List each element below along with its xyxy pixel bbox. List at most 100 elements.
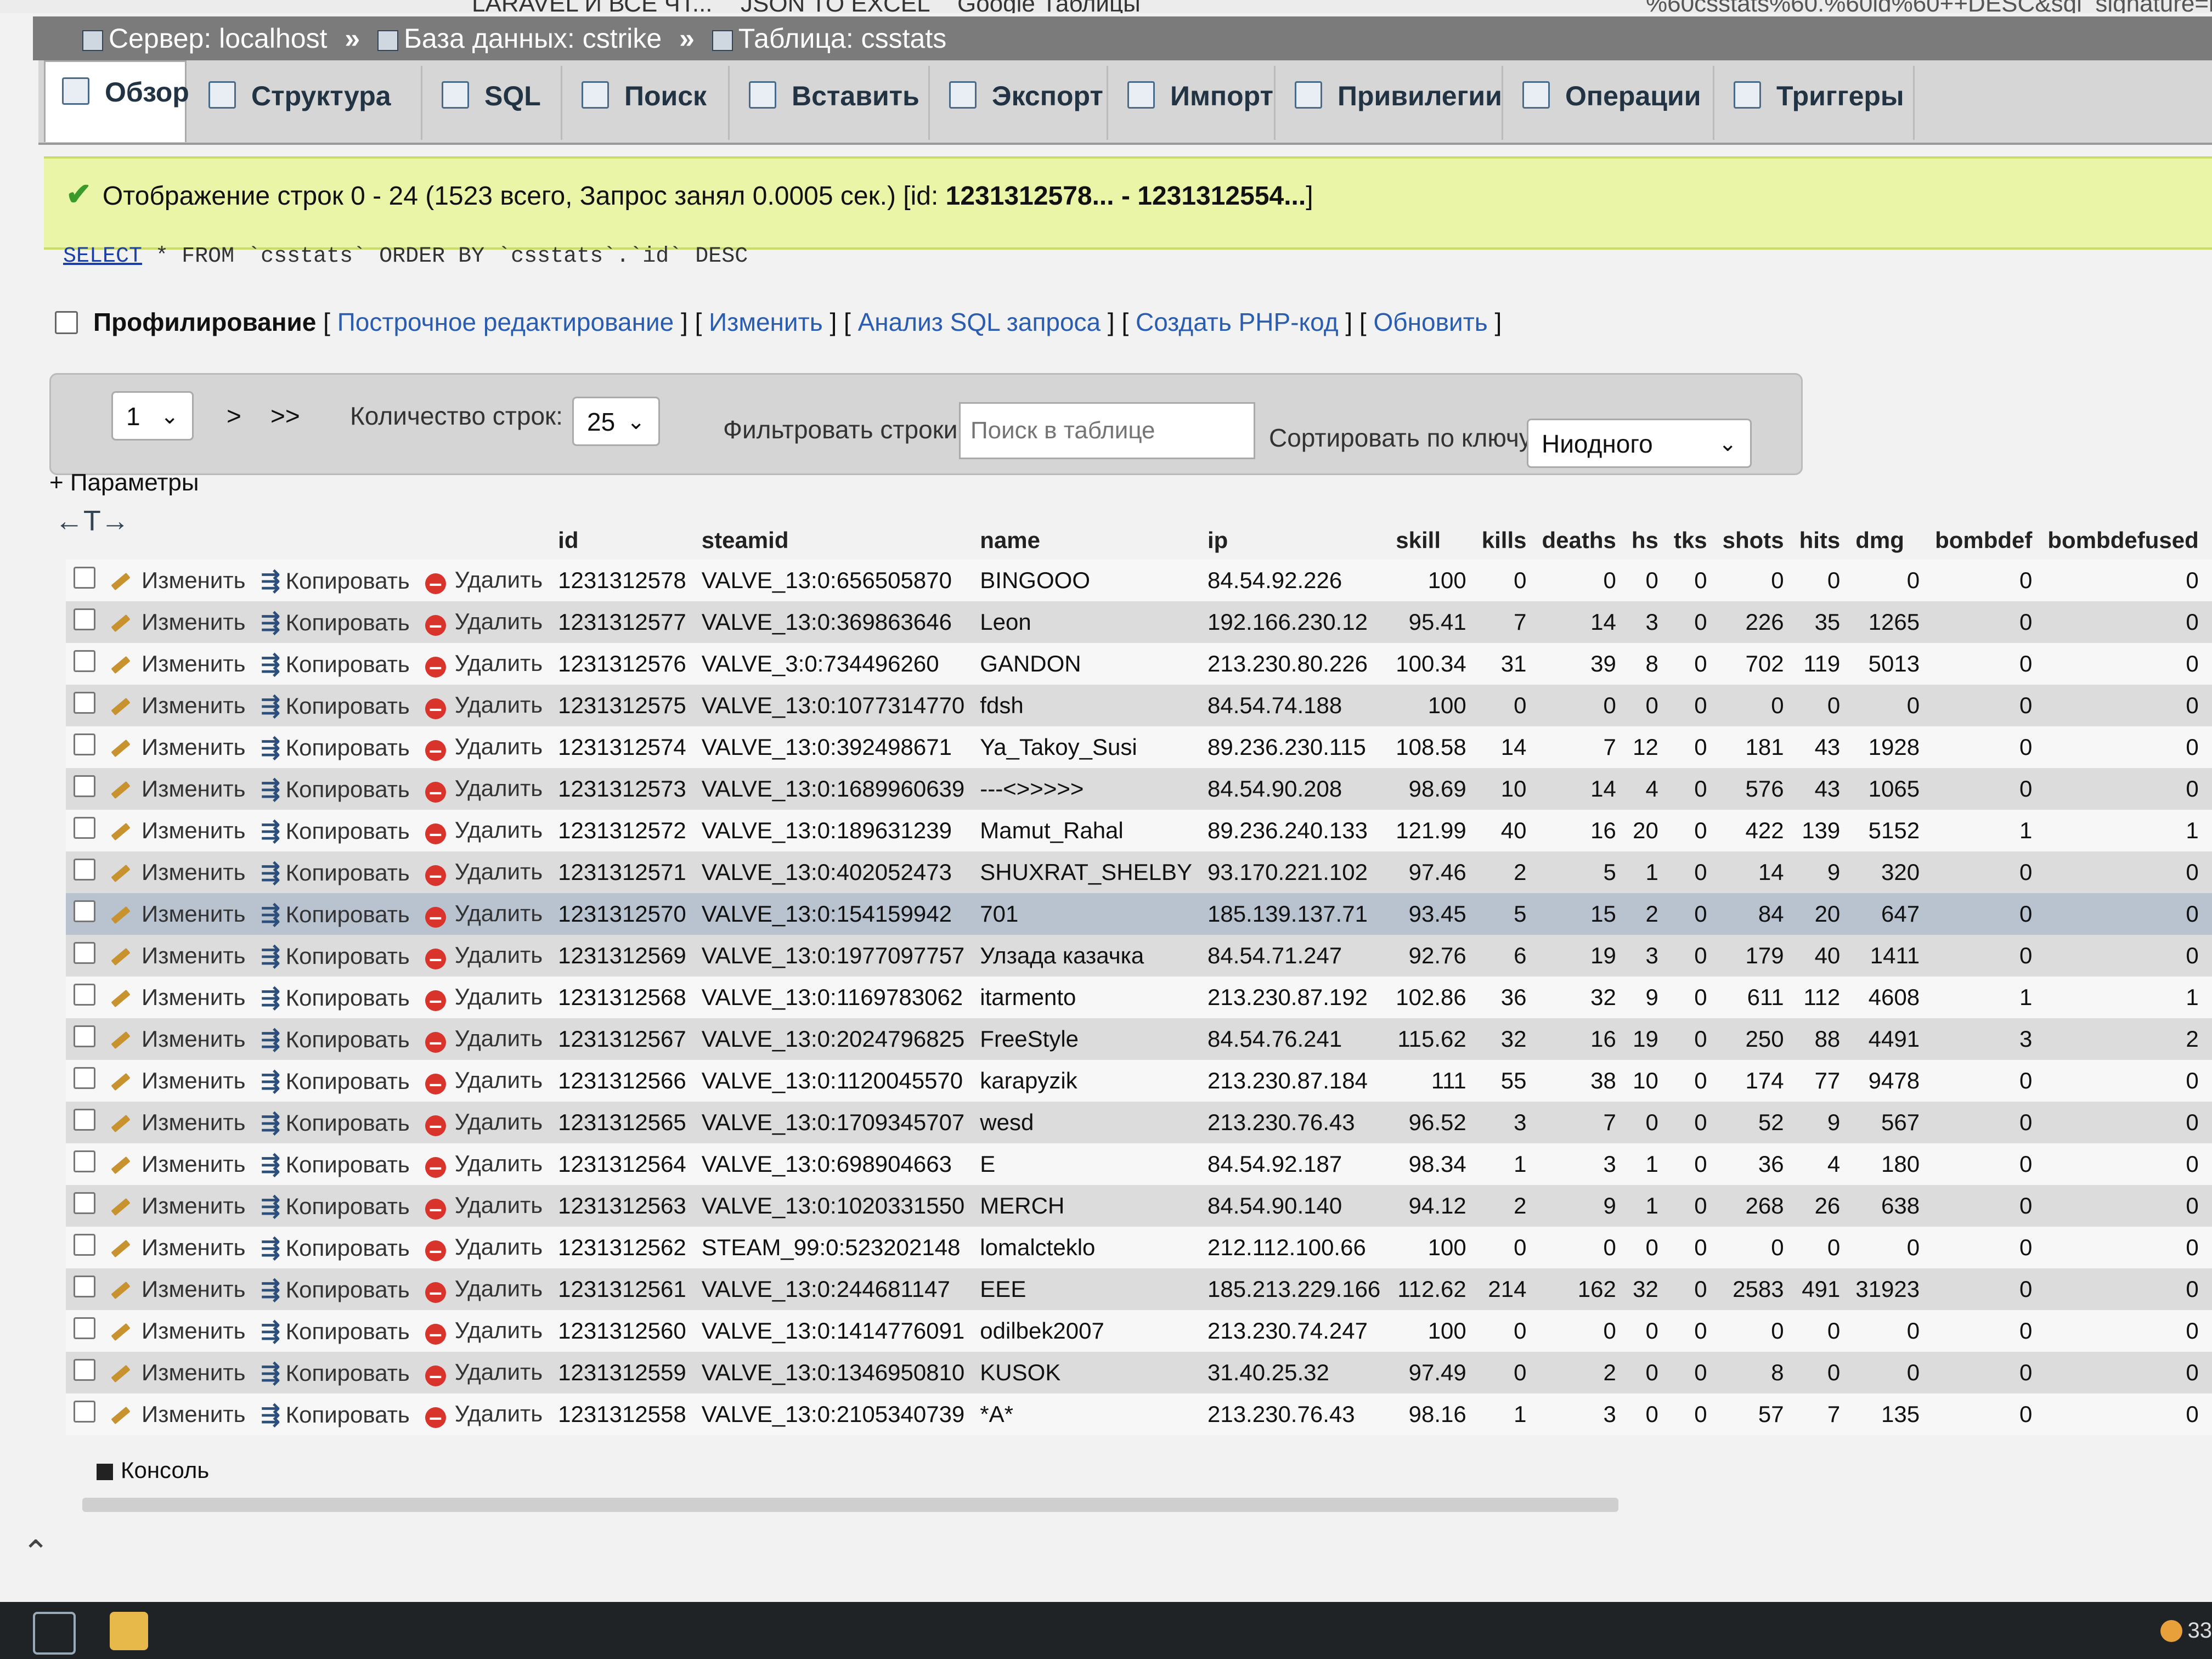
copy-action[interactable]: ⇶ Копировать <box>253 560 417 601</box>
delete-action[interactable]: – Удалить <box>417 851 551 893</box>
copy-action[interactable]: ⇶ Копировать <box>253 1310 417 1352</box>
edit-action[interactable]: Изменить <box>103 601 253 643</box>
copy-action[interactable]: ⇶ Копировать <box>253 893 417 935</box>
parameters-toggle[interactable]: + Параметры <box>49 469 199 496</box>
copy-action[interactable]: ⇶ Копировать <box>253 1268 417 1310</box>
tab-insert[interactable]: Вставить <box>732 66 930 140</box>
console-tab[interactable]: Консоль <box>88 1454 218 1487</box>
row-checkbox[interactable] <box>74 733 95 755</box>
column-header-steamid[interactable]: steamid <box>694 521 973 560</box>
edit-action[interactable]: Изменить <box>103 851 253 893</box>
column-header-bom[interactable]: bom <box>2207 521 2212 560</box>
horizontal-scrollbar[interactable] <box>82 1498 1618 1512</box>
tab-structure[interactable]: Структура <box>192 66 422 140</box>
next-page-button[interactable]: > <box>227 391 241 441</box>
delete-action[interactable]: – Удалить <box>417 1352 551 1393</box>
edit-action[interactable]: Изменить <box>103 1143 253 1185</box>
delete-action[interactable]: – Удалить <box>417 685 551 726</box>
column-header-bombdef[interactable]: bombdef <box>1927 521 2040 560</box>
delete-action[interactable]: – Удалить <box>417 726 551 768</box>
copy-action[interactable]: ⇶ Копировать <box>253 1102 417 1143</box>
page-select[interactable]: 1 ⌄ <box>111 391 194 441</box>
edit-action[interactable]: Изменить <box>103 1227 253 1268</box>
delete-action[interactable]: – Удалить <box>417 1060 551 1102</box>
create-php-link[interactable]: Создать PHP-код <box>1136 308 1339 336</box>
delete-action[interactable]: – Удалить <box>417 1310 551 1352</box>
delete-action[interactable]: – Удалить <box>417 1143 551 1185</box>
copy-action[interactable]: ⇶ Копировать <box>253 851 417 893</box>
column-header-dmg[interactable]: dmg <box>1848 521 1927 560</box>
copy-action[interactable]: ⇶ Копировать <box>253 1185 417 1227</box>
edit-action[interactable]: Изменить <box>103 1060 253 1102</box>
tab-sql[interactable]: SQL <box>425 66 562 140</box>
row-checkbox[interactable] <box>74 942 95 964</box>
copy-action[interactable]: ⇶ Копировать <box>253 643 417 685</box>
delete-action[interactable]: – Удалить <box>417 560 551 601</box>
row-checkbox[interactable] <box>74 650 95 672</box>
table-search-input[interactable] <box>959 402 1255 459</box>
delete-action[interactable]: – Удалить <box>417 1018 551 1060</box>
bookmark-google-sheets[interactable]: Google Таблицы <box>957 0 1141 13</box>
column-header-bombdefused[interactable]: bombdefused <box>2040 521 2206 560</box>
tab-browse[interactable]: Обзор <box>44 60 189 142</box>
column-header-skill[interactable]: skill <box>1388 521 1474 560</box>
edit-action[interactable]: Изменить <box>103 1102 253 1143</box>
delete-action[interactable]: – Удалить <box>417 893 551 935</box>
row-checkbox[interactable] <box>74 900 95 922</box>
edit-link[interactable]: Изменить <box>709 308 823 336</box>
row-checkbox[interactable] <box>74 1150 95 1172</box>
edit-action[interactable]: Изменить <box>103 810 253 851</box>
column-header-tks[interactable]: tks <box>1666 521 1715 560</box>
edit-action[interactable]: Изменить <box>103 643 253 685</box>
edit-action[interactable]: Изменить <box>103 1185 253 1227</box>
rows-count-select[interactable]: 25 ⌄ <box>572 397 660 446</box>
row-checkbox[interactable] <box>74 1317 95 1339</box>
tab-privileges[interactable]: Привилегии <box>1278 66 1503 140</box>
tab-triggers[interactable]: Триггеры <box>1717 66 1915 140</box>
row-checkbox[interactable] <box>74 1192 95 1214</box>
edit-action[interactable]: Изменить <box>103 1352 253 1393</box>
edit-action[interactable]: Изменить <box>103 1018 253 1060</box>
edit-action[interactable]: Изменить <box>103 935 253 977</box>
edit-action[interactable]: Изменить <box>103 685 253 726</box>
bookmark-laravel[interactable]: LARAVEL И ВСЕ ЧТ... <box>472 0 713 13</box>
copy-action[interactable]: ⇶ Копировать <box>253 685 417 726</box>
row-checkbox[interactable] <box>74 1401 95 1423</box>
row-checkbox[interactable] <box>74 567 95 589</box>
copy-action[interactable]: ⇶ Копировать <box>253 768 417 810</box>
column-header-name[interactable]: name <box>972 521 1200 560</box>
delete-action[interactable]: – Удалить <box>417 768 551 810</box>
delete-action[interactable]: – Удалить <box>417 977 551 1018</box>
scroll-up-icon[interactable]: ⌃ <box>22 1533 49 1572</box>
explain-sql-link[interactable]: Анализ SQL запроса <box>858 308 1101 336</box>
delete-action[interactable]: – Удалить <box>417 643 551 685</box>
inline-edit-link[interactable]: Построчное редактирование <box>337 308 674 336</box>
breadcrumb-server[interactable]: Сервер: localhost <box>109 23 327 54</box>
delete-action[interactable]: – Удалить <box>417 810 551 851</box>
copy-action[interactable]: ⇶ Копировать <box>253 1352 417 1393</box>
delete-action[interactable]: – Удалить <box>417 1185 551 1227</box>
delete-action[interactable]: – Удалить <box>417 1393 551 1435</box>
row-checkbox[interactable] <box>74 1067 95 1089</box>
column-header-ip[interactable]: ip <box>1200 521 1388 560</box>
copy-action[interactable]: ⇶ Копировать <box>253 1143 417 1185</box>
folder-icon[interactable] <box>110 1612 148 1650</box>
row-checkbox[interactable] <box>74 817 95 839</box>
sql-select-keyword[interactable]: SELECT <box>63 244 142 269</box>
refresh-link[interactable]: Обновить <box>1373 308 1487 336</box>
copy-action[interactable]: ⇶ Копировать <box>253 935 417 977</box>
copy-action[interactable]: ⇶ Копировать <box>253 601 417 643</box>
copy-action[interactable]: ⇶ Копировать <box>253 1227 417 1268</box>
row-checkbox[interactable] <box>74 1276 95 1297</box>
edit-action[interactable]: Изменить <box>103 560 253 601</box>
copy-action[interactable]: ⇶ Копировать <box>253 1018 417 1060</box>
edit-action[interactable]: Изменить <box>103 1268 253 1310</box>
edit-action[interactable]: Изменить <box>103 1310 253 1352</box>
row-checkbox[interactable] <box>74 608 95 630</box>
sort-key-select[interactable]: Ниодного ⌄ <box>1527 419 1752 468</box>
delete-action[interactable]: – Удалить <box>417 601 551 643</box>
delete-action[interactable]: – Удалить <box>417 935 551 977</box>
tab-operations[interactable]: Операции <box>1506 66 1714 140</box>
column-header-shots[interactable]: shots <box>1715 521 1792 560</box>
profiling-checkbox[interactable] <box>55 311 78 334</box>
